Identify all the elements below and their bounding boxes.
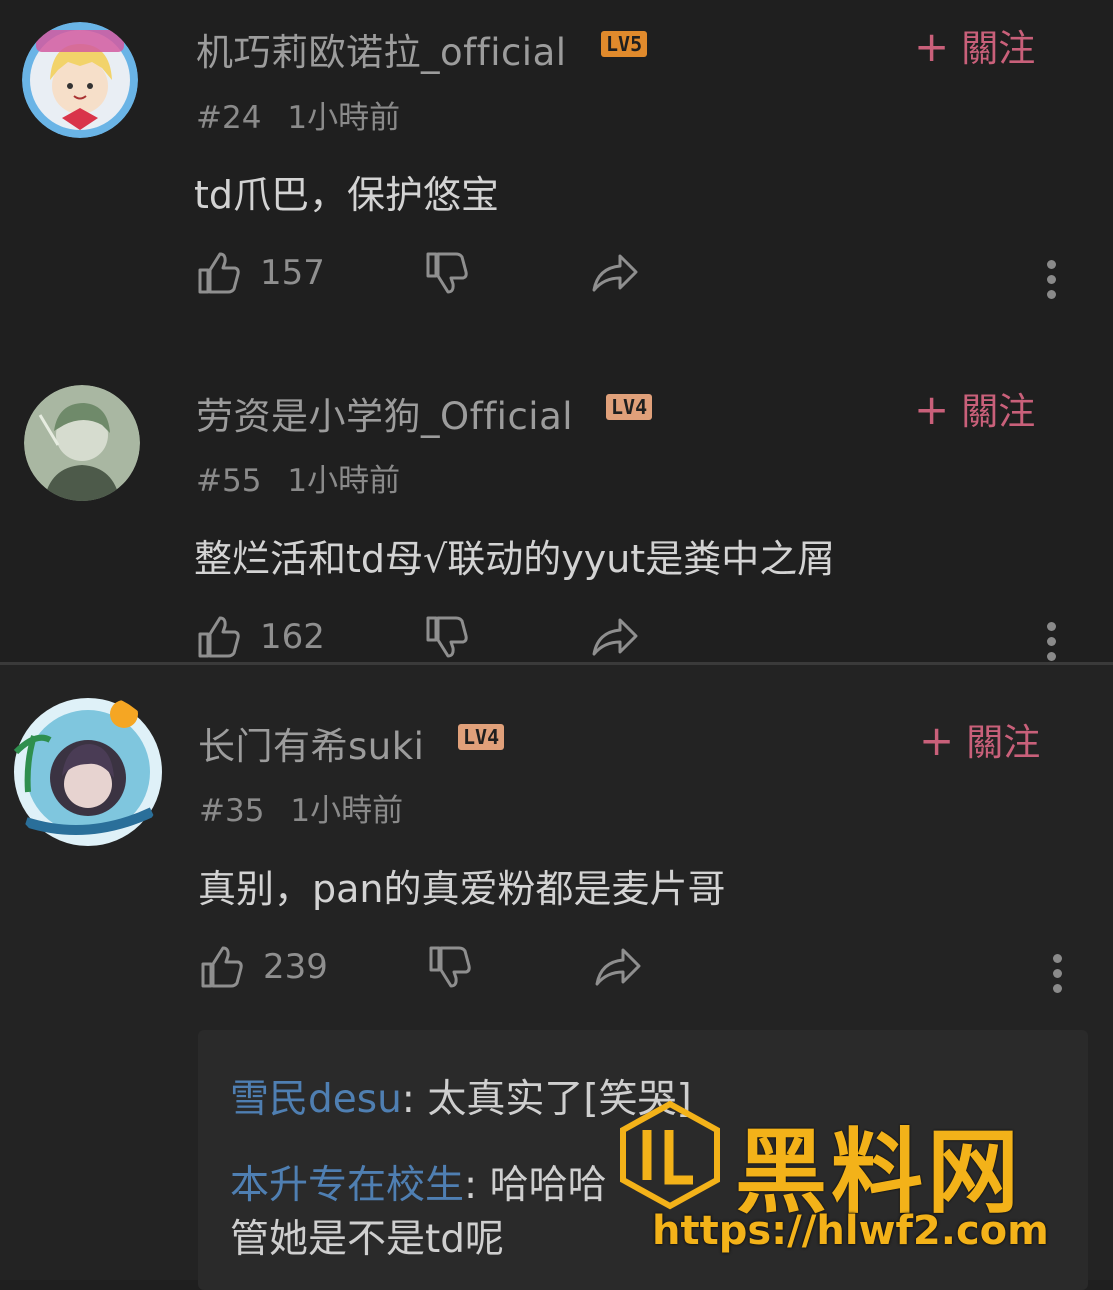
more-options-icon[interactable] bbox=[1047, 260, 1057, 305]
comment-meta: #24 1小時前 bbox=[196, 92, 400, 137]
floor-number: #35 bbox=[199, 793, 265, 829]
comment-text: 真别，pan的真爱粉都是麦片哥 bbox=[198, 867, 726, 911]
comment-actions: 239 bbox=[199, 944, 1099, 1004]
thumb-up-icon bbox=[198, 616, 240, 658]
reply-text-continued: 管她是不是td呢 bbox=[230, 1217, 505, 1262]
share-button[interactable] bbox=[593, 944, 643, 990]
level-badge: LV4 bbox=[458, 724, 505, 750]
follow-label: 關注 bbox=[961, 27, 1036, 70]
timestamp: 1小時前 bbox=[287, 100, 401, 136]
divider bbox=[0, 662, 1113, 665]
share-icon bbox=[592, 618, 638, 656]
thumb-up-icon bbox=[201, 946, 243, 988]
username[interactable]: 机巧莉欧诺拉_official bbox=[196, 22, 567, 76]
watermark-url: https://hlwf2.com bbox=[652, 1208, 1049, 1254]
avatar[interactable] bbox=[6, 692, 166, 852]
like-button[interactable]: 157 bbox=[196, 250, 325, 296]
thumb-up-icon bbox=[198, 252, 240, 294]
level-badge: LV4 bbox=[606, 394, 653, 420]
comment-meta: #35 1小時前 bbox=[199, 785, 403, 830]
more-options-icon[interactable] bbox=[1047, 622, 1057, 667]
comment-actions: 157 bbox=[196, 250, 1096, 310]
share-button[interactable] bbox=[590, 614, 640, 660]
more-options-icon[interactable] bbox=[1053, 954, 1063, 999]
follow-button[interactable]: + 關注 bbox=[919, 712, 1040, 766]
comment-actions: 162 bbox=[196, 614, 1096, 674]
follow-button[interactable]: + 關注 bbox=[914, 18, 1035, 72]
share-icon bbox=[592, 254, 638, 292]
reply-username[interactable]: 本升专在校生 bbox=[230, 1163, 464, 1208]
like-count: 162 bbox=[260, 617, 325, 657]
level-badge: LV5 bbox=[601, 31, 648, 57]
reply-item[interactable]: 本升专在校生: 哈哈哈 bbox=[230, 1154, 607, 1210]
dislike-button[interactable] bbox=[427, 944, 473, 990]
username[interactable]: 劳资是小学狗_Official bbox=[196, 386, 573, 440]
comment-meta: #55 1小時前 bbox=[196, 455, 400, 500]
floor-number: #55 bbox=[196, 463, 262, 499]
comment-text: 整烂活和td母√联动的yyut是粪中之屑 bbox=[194, 537, 836, 581]
follow-label: 關注 bbox=[961, 390, 1036, 433]
like-button[interactable]: 239 bbox=[199, 944, 328, 990]
username[interactable]: 长门有希suki bbox=[198, 716, 424, 770]
plus-icon: + bbox=[919, 716, 955, 765]
timestamp: 1小時前 bbox=[290, 793, 404, 829]
follow-label: 關注 bbox=[966, 721, 1041, 764]
like-button[interactable]: 162 bbox=[196, 614, 325, 660]
share-button[interactable] bbox=[590, 250, 640, 296]
plus-icon: + bbox=[914, 22, 950, 71]
thumb-down-icon bbox=[426, 616, 468, 658]
reply-colon: : bbox=[401, 1077, 428, 1122]
avatar[interactable] bbox=[24, 385, 140, 501]
dislike-button[interactable] bbox=[424, 614, 470, 660]
thumb-down-icon bbox=[429, 946, 471, 988]
like-count: 157 bbox=[260, 253, 325, 293]
avatar[interactable] bbox=[22, 22, 138, 138]
floor-number: #24 bbox=[196, 100, 262, 136]
thumb-down-icon bbox=[426, 252, 468, 294]
reply-colon: : bbox=[464, 1163, 490, 1208]
timestamp: 1小時前 bbox=[287, 463, 401, 499]
reply-username[interactable]: 雪民desu bbox=[230, 1077, 402, 1122]
dislike-button[interactable] bbox=[424, 250, 470, 296]
reply-text: 哈哈哈 bbox=[489, 1163, 607, 1208]
like-count: 239 bbox=[263, 947, 328, 987]
plus-icon: + bbox=[914, 385, 950, 434]
follow-button[interactable]: + 關注 bbox=[914, 381, 1035, 435]
watermark-logo-icon bbox=[615, 1100, 725, 1214]
share-icon bbox=[595, 948, 641, 986]
comment-text: td爪巴，保护悠宝 bbox=[194, 173, 500, 217]
